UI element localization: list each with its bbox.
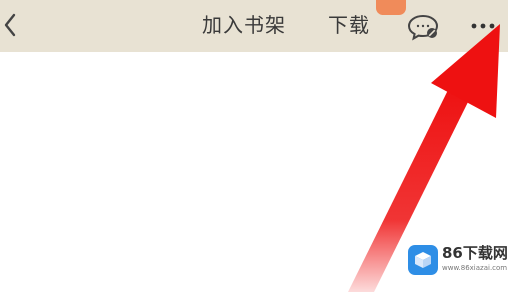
cube-icon: [415, 252, 431, 268]
watermark: 86下载网 www.86xiazai.com: [408, 243, 508, 279]
comment-button[interactable]: [406, 13, 440, 41]
comment-bubble-icon: [407, 14, 439, 41]
back-button[interactable]: [0, 8, 20, 42]
add-to-shelf-button[interactable]: 加入书架: [202, 11, 286, 39]
top-toolbar: 加入书架 下载: [0, 0, 508, 52]
watermark-title: 86下载网: [442, 244, 508, 262]
chevron-left-icon: [4, 13, 16, 37]
more-button[interactable]: [466, 16, 500, 36]
download-button[interactable]: 下载: [328, 11, 370, 39]
download-badge: [376, 0, 406, 15]
watermark-logo: [408, 245, 438, 275]
watermark-url: www.86xiazai.com: [442, 264, 508, 272]
more-dots-icon: [471, 23, 495, 29]
